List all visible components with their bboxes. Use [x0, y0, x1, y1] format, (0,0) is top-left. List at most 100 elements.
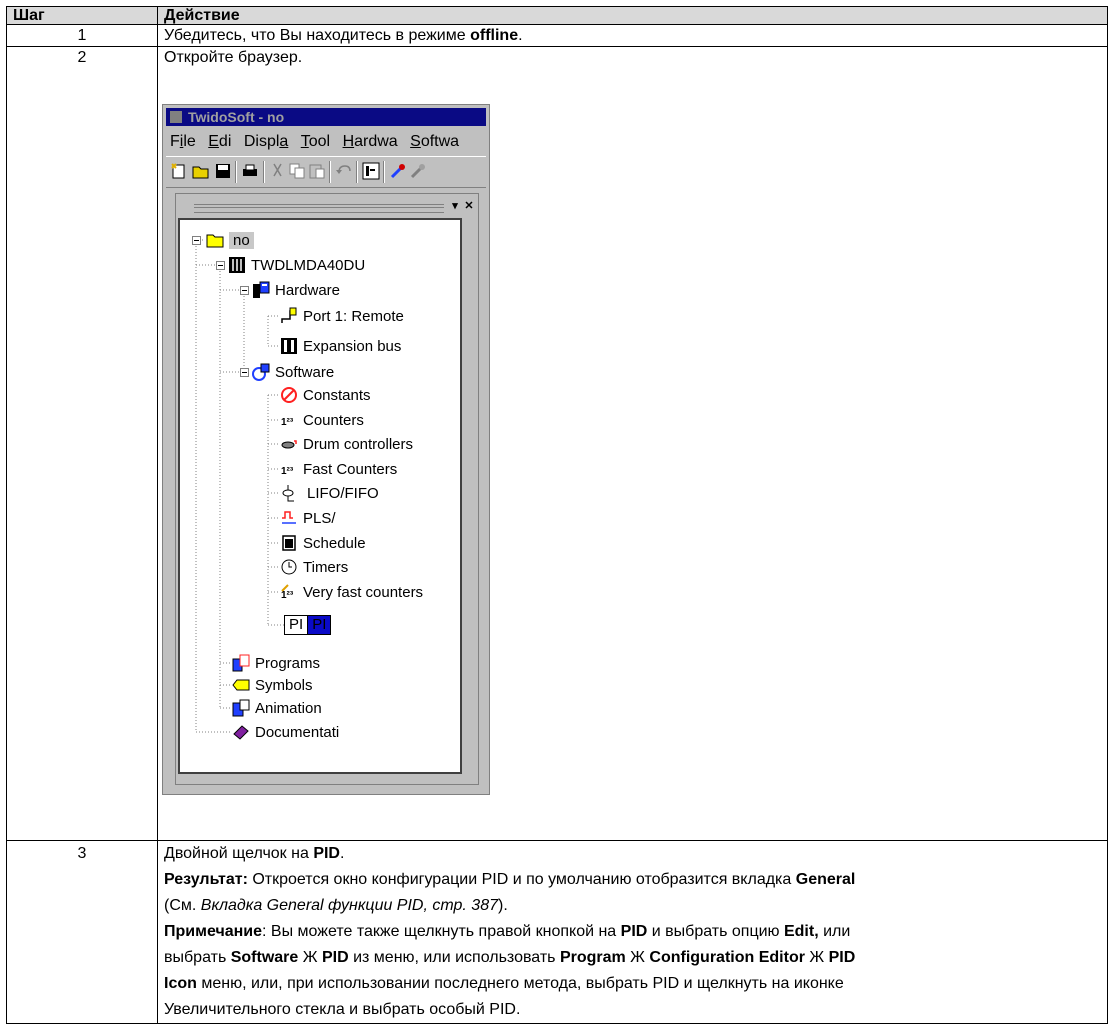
counters-icon: 1²³ — [281, 417, 294, 428]
pane-grip[interactable] — [194, 204, 444, 213]
tree-label: Animation — [255, 699, 322, 717]
tree-item-software[interactable]: Software — [252, 361, 334, 383]
symbols-icon — [232, 679, 250, 691]
dock-arrow-icon[interactable]: ▾ — [448, 200, 462, 213]
window-title: TwidoSoft - no — [188, 109, 285, 125]
tree-item-controller[interactable]: TWDLMDA40DU — [228, 254, 365, 276]
step-line: Увеличительного стекла и выбрать особый … — [164, 1001, 521, 1018]
tree-label: TWDLMDA40DU — [251, 256, 366, 274]
tree-label: Programs — [255, 654, 321, 672]
menu-tools[interactable]: Tool — [301, 133, 330, 150]
cross-reference-link[interactable]: Вкладка General функции PID, стр. 387 — [201, 897, 498, 914]
tree-item-pid-edit[interactable]: PI PI — [284, 614, 332, 636]
tree-item-symbols[interactable]: Symbols — [232, 674, 313, 696]
schedule-icon — [282, 535, 296, 551]
tree-item-documentation[interactable]: Documentati — [232, 721, 339, 743]
tree-label: Hardware — [275, 281, 341, 299]
table-row: 2 Откройте браузер. TwidoSoft - no File … — [6, 46, 1108, 841]
step-line: Результат: Откроется окно конфигурации P… — [164, 871, 856, 888]
twidosoft-window: TwidoSoft - no File Edi Displa Tool Hard… — [162, 104, 490, 795]
tree-label: Counters — [303, 411, 364, 429]
browser-icon[interactable] — [362, 162, 380, 180]
tree-label: Schedule — [303, 534, 366, 552]
tree-item-fast-counters[interactable]: 1²³ Fast Counters — [280, 458, 397, 480]
title-bar[interactable]: TwidoSoft - no — [166, 108, 486, 126]
new-file-icon[interactable] — [170, 162, 188, 180]
menu-hardware[interactable]: Hardwa — [343, 133, 398, 150]
step-action: Откройте браузер. TwidoSoft - no File Ed… — [157, 46, 1108, 841]
menu-display[interactable]: Displa — [244, 133, 288, 150]
tree-item-constants[interactable]: Constants — [280, 384, 371, 406]
programs-icon — [232, 654, 250, 672]
header-step: Шаг — [6, 6, 158, 25]
drum-icon — [281, 440, 297, 449]
animation-icon — [232, 699, 250, 717]
pid-rename-field[interactable]: PI PI — [284, 615, 332, 635]
tree-item-very-fast-counters[interactable]: 1²³ Very fast counters — [280, 581, 423, 603]
collapse-toggle[interactable] — [216, 261, 225, 270]
tree-item-schedule[interactable]: Schedule — [280, 532, 366, 554]
menu-edit[interactable]: Edi — [208, 133, 231, 150]
book-icon — [233, 725, 249, 740]
step-line: выбрать Software Ж PID из меню, или испо… — [164, 949, 856, 966]
undo-icon[interactable] — [335, 162, 353, 180]
step-line: (См. Вкладка General функции PID, стр. 3… — [164, 897, 508, 914]
pid-label-selected: PI — [308, 615, 332, 635]
tree-item-drum-controllers[interactable]: Drum controllers — [280, 433, 413, 455]
connect-icon[interactable] — [389, 162, 407, 180]
table-row: 1 Убедитесь, что Вы находитесь в режиме … — [6, 24, 1108, 47]
clock-icon — [281, 559, 297, 575]
tree-item-timers[interactable]: Timers — [280, 556, 348, 578]
menu-file[interactable]: File — [170, 133, 196, 150]
folder-icon — [206, 234, 224, 248]
copy-icon[interactable] — [288, 162, 306, 180]
hardware-icon — [253, 281, 270, 298]
tree-label: Drum controllers — [303, 435, 414, 453]
step-action: Убедитесь, что Вы находитесь в режиме of… — [157, 24, 1108, 47]
app-icon — [170, 111, 182, 123]
table-row: 3 Двойной щелчок на PID. Результат: Откр… — [6, 840, 1108, 1024]
collapse-toggle[interactable] — [240, 286, 249, 295]
lifo-fifo-icon — [282, 485, 294, 502]
table-header-row: Шаг Действие — [6, 6, 1108, 25]
header-action: Действие — [157, 6, 1108, 25]
disconnect-icon[interactable] — [409, 162, 427, 180]
browser-pane: ▾ ✕ no TWDLMDA40DU Hardware Port 1: Remo… — [175, 193, 479, 785]
pls-icon — [282, 511, 296, 524]
constants-icon — [281, 387, 297, 403]
pid-label: PI — [284, 615, 309, 635]
software-icon — [252, 363, 270, 381]
menu-software[interactable]: Softwa — [410, 133, 459, 150]
collapse-toggle[interactable] — [240, 368, 249, 377]
step-text: Убедитесь, что Вы находитесь в режиме — [164, 27, 471, 44]
tree-item-lifo-fifo[interactable]: LIFO/FIFO — [280, 482, 379, 504]
tree-label: Expansion bus — [303, 337, 402, 355]
tree-label: PLS/ — [303, 509, 336, 527]
tree-item-pls[interactable]: PLS/ — [280, 507, 336, 529]
step-line: Примечание: Вы можете также щелкнуть пра… — [164, 923, 851, 940]
print-icon[interactable] — [241, 162, 259, 180]
step-text: . — [518, 27, 523, 44]
svg-text:1²³: 1²³ — [281, 590, 294, 601]
paste-icon[interactable] — [308, 162, 326, 180]
collapse-toggle[interactable] — [192, 236, 201, 245]
tree-item-counters[interactable]: 1²³ Counters — [280, 409, 364, 431]
close-pane-icon[interactable]: ✕ — [462, 200, 476, 213]
tree-item-programs[interactable]: Programs — [232, 652, 320, 674]
tree-item-port1[interactable]: Port 1: Remote — [280, 305, 404, 327]
save-icon[interactable] — [214, 162, 232, 180]
tree-label: Software — [275, 363, 335, 381]
step-line: Двойной щелчок на PID. — [164, 845, 345, 862]
steps-table: Шаг Действие 1 Убедитесь, что Вы находит… — [6, 6, 1108, 1024]
svg-text:1²³: 1²³ — [281, 466, 294, 477]
cut-icon[interactable] — [269, 162, 287, 180]
tree-item-project[interactable]: no — [206, 229, 254, 251]
tree-item-hardware[interactable]: Hardware — [252, 279, 340, 301]
tree-label: Very fast counters — [303, 583, 424, 601]
open-folder-icon[interactable] — [192, 162, 210, 180]
expansion-bus-icon — [281, 338, 297, 354]
tree-item-expansion-bus[interactable]: Expansion bus — [280, 335, 401, 357]
tree-label: Documentati — [255, 723, 340, 741]
tree-item-animation[interactable]: Animation — [232, 697, 322, 719]
tree-label: Fast Counters — [303, 460, 398, 478]
